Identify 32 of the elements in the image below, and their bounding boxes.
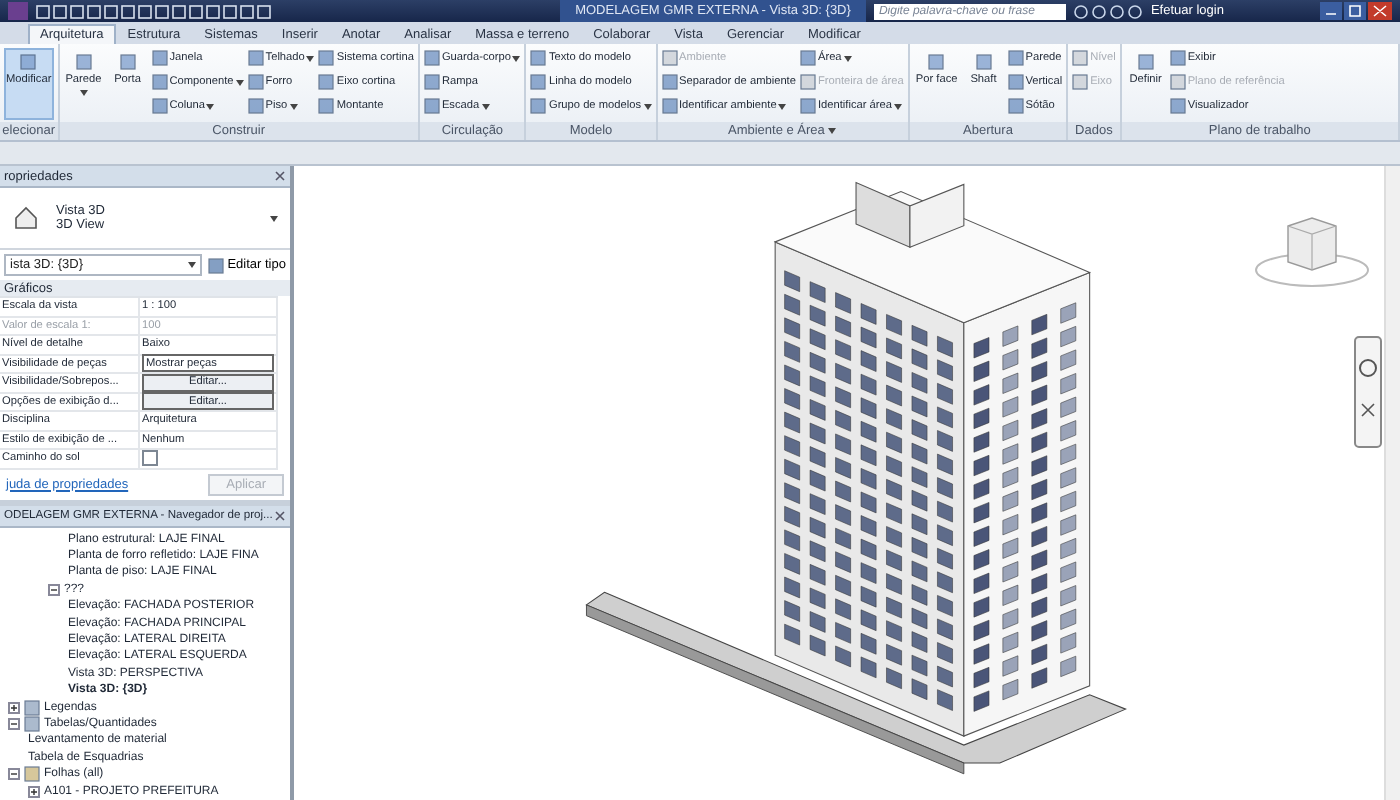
- tool-icon: [20, 54, 37, 70]
- window-controls-icon[interactable]: [1320, 2, 1392, 20]
- edit-type-icon: [207, 257, 224, 273]
- caret-icon: [893, 103, 902, 109]
- quick-access-toolbar-icon[interactable]: [36, 3, 276, 19]
- collapse-icon[interactable]: [8, 717, 20, 730]
- house-icon: [12, 204, 40, 232]
- tool-icon: [75, 54, 92, 70]
- caret-icon: [270, 215, 278, 221]
- collapse-icon[interactable]: [48, 583, 60, 596]
- caret-icon: [828, 128, 837, 134]
- collapse-icon[interactable]: [8, 768, 20, 781]
- caret-icon: [843, 55, 852, 61]
- toolbar-icons[interactable]: [1074, 3, 1143, 19]
- expand-icon[interactable]: [8, 701, 20, 714]
- caret-icon: [481, 103, 490, 109]
- caret-icon: [187, 262, 196, 268]
- caret-icon: [643, 103, 651, 109]
- checkbox[interactable]: [140, 450, 278, 469]
- close-icon[interactable]: [274, 170, 286, 182]
- tool-icon: [928, 54, 945, 70]
- caret-icon: [289, 103, 298, 109]
- caret-icon: [306, 55, 315, 61]
- close-icon[interactable]: [274, 509, 286, 521]
- scrollbar[interactable]: [1384, 166, 1400, 800]
- caret-icon: [235, 79, 244, 85]
- expand-icon[interactable]: [28, 785, 40, 798]
- caret-icon: [206, 103, 215, 109]
- caret-icon: [512, 55, 521, 61]
- caret-icon: [79, 90, 88, 97]
- navigation-bar-icon[interactable]: [1354, 336, 1382, 448]
- caret-icon: [778, 103, 787, 109]
